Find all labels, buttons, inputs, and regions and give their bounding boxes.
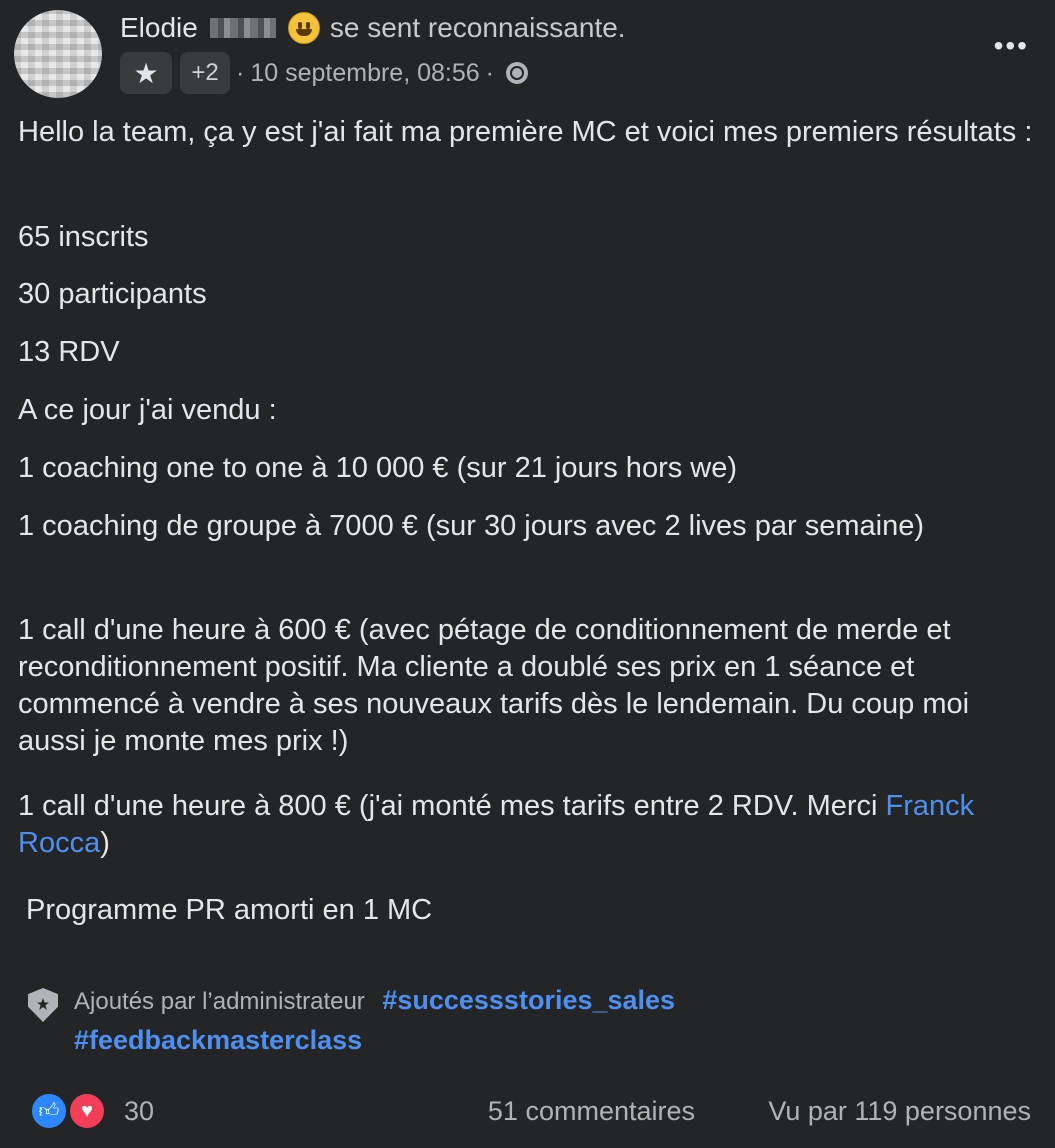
post-date[interactable]: 10 septembre, 08:56 xyxy=(250,59,479,88)
admin-shield-icon xyxy=(28,988,58,1022)
separator-dot: · xyxy=(236,58,245,87)
tags-line: #feedbackmasterclass xyxy=(74,1022,362,1059)
post-paragraph: 1 coaching de groupe à 7000 € (sur 30 jo… xyxy=(18,510,924,542)
comments-count-link[interactable]: 51 commentaires xyxy=(488,1096,695,1127)
tags-label: Ajoutés par l’administrateur xyxy=(74,988,365,1015)
post-paragraph: 1 call d'une heure à 800 € (j'ai monté m… xyxy=(18,788,1043,862)
smiley-icon xyxy=(287,12,320,44)
post-paragraph: 30 participants xyxy=(18,278,207,310)
avatar[interactable] xyxy=(14,10,102,98)
star-badge-icon[interactable]: ★ xyxy=(120,52,172,94)
feeling-text: se sent reconnaissante. xyxy=(329,12,626,43)
views-count[interactable]: Vu par 119 personnes xyxy=(768,1096,1031,1127)
blurred-surname xyxy=(209,18,276,38)
hashtag-link[interactable]: #feedbackmasterclass xyxy=(74,1025,362,1055)
like-reaction-icon[interactable]: 👍︎ xyxy=(30,1092,68,1130)
privacy-icon[interactable] xyxy=(505,62,528,84)
tags-line: Ajoutés par l’administrateur #successsto… xyxy=(74,982,675,1020)
post-paragraph: 13 RDV xyxy=(18,336,120,368)
post-text: 1 call d'une heure à 800 € (j'ai monté m… xyxy=(18,790,886,822)
post-footer: 👍︎ ♥ 30 51 commentaires Vu par 119 perso… xyxy=(0,1090,1055,1134)
post-paragraph: 1 call d'une heure à 600 € (avec pétage … xyxy=(18,614,970,757)
separator-dot: · xyxy=(485,58,494,87)
post-paragraph: Programme PR amorti en 1 MC xyxy=(26,894,433,926)
love-reaction-icon[interactable]: ♥ xyxy=(68,1092,106,1130)
hashtag-link[interactable]: #successstories_sales xyxy=(382,985,675,1015)
post-paragraph: Hello la team, ça y est j'ai fait ma pre… xyxy=(18,116,1033,148)
post-text: ) xyxy=(100,827,110,859)
post-header-line: Elodie se sent reconnaissante. xyxy=(120,12,626,44)
reaction-count[interactable]: 30 xyxy=(124,1096,154,1127)
post-meta: ★ +2 · 10 septembre, 08:56 · xyxy=(120,52,528,94)
post-paragraph: A ce jour j'ai vendu : xyxy=(18,394,277,426)
more-options-button[interactable]: ••• xyxy=(994,32,1029,60)
author-name[interactable]: Elodie xyxy=(120,12,198,44)
facebook-post: Elodie se sent reconnaissante. ★ +2 · 10… xyxy=(0,0,1055,1148)
post-paragraph: 65 inscrits xyxy=(18,221,149,253)
more-badges-button[interactable]: +2 xyxy=(180,52,230,94)
post-paragraph: 1 coaching one to one à 10 000 € (sur 21… xyxy=(18,452,738,484)
